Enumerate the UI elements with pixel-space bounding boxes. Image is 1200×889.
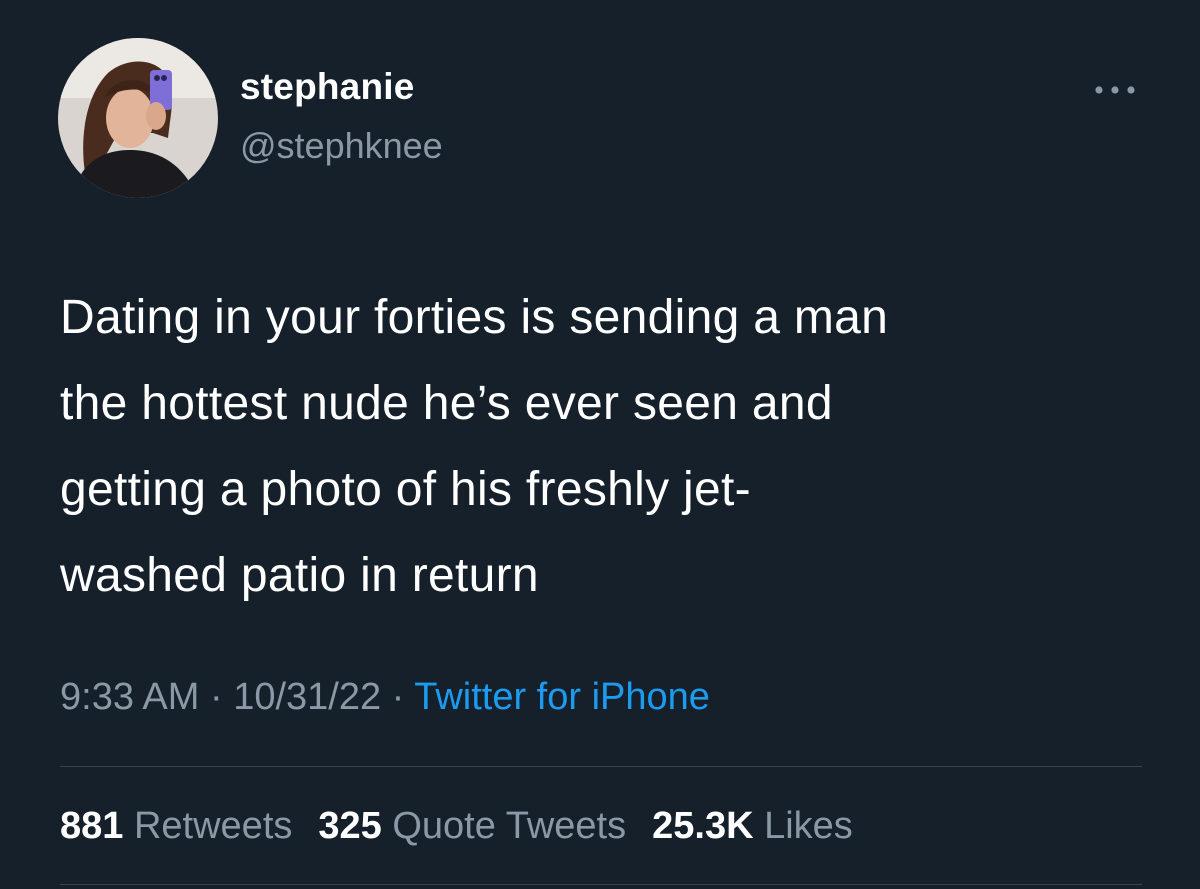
- divider: [60, 884, 1142, 885]
- tweet-card: stephanie @stephknee Dating in your fort…: [0, 0, 1200, 889]
- meta-separator: ·: [199, 676, 234, 718]
- user-handle[interactable]: @stephknee: [240, 125, 443, 167]
- quote-tweets-stat[interactable]: 325 Quote Tweets: [318, 805, 626, 848]
- meta-separator: ·: [381, 676, 415, 718]
- likes-count: 25.3K: [652, 805, 754, 847]
- tweet-date: 10/31/22: [233, 676, 382, 718]
- likes-label: Likes: [764, 805, 853, 847]
- more-icon[interactable]: [1090, 78, 1140, 102]
- retweets-count: 881: [60, 805, 124, 847]
- retweets-stat[interactable]: 881 Retweets: [60, 805, 292, 848]
- tweet-meta: 9:33 AM · 10/31/22 · Twitter for iPhone: [60, 676, 710, 719]
- tweet-text: Dating in your forties is sending a man …: [60, 291, 889, 602]
- tweet-source-link[interactable]: Twitter for iPhone: [414, 676, 710, 718]
- quote-tweets-label: Quote Tweets: [392, 805, 627, 847]
- avatar[interactable]: [58, 38, 218, 198]
- display-name[interactable]: stephanie: [240, 66, 415, 108]
- tweet-time: 9:33 AM: [60, 676, 200, 718]
- retweets-label: Retweets: [133, 805, 293, 847]
- quote-tweets-count: 325: [318, 805, 382, 847]
- likes-stat[interactable]: 25.3K Likes: [652, 805, 853, 848]
- tweet-stats: 881 Retweets 325 Quote Tweets 25.3K Likes: [60, 805, 879, 848]
- avatar-photo: [58, 38, 218, 198]
- divider: [60, 766, 1142, 767]
